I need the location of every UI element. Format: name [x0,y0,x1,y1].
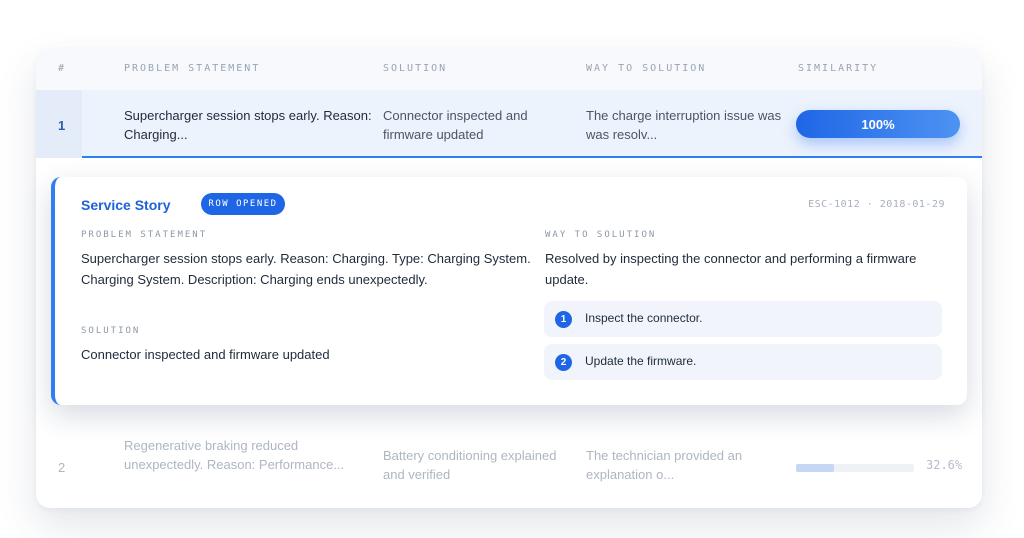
row-number: 1 [58,118,66,133]
panel-title: Service Story [81,197,171,213]
case-meta: ESC-1012 · 2018-01-29 [808,199,945,210]
header-way-to-solution[interactable]: WAY TO SOLUTION [586,63,706,74]
row-opened-badge: ROW OPENED [201,193,285,215]
similarity-bar [796,464,914,472]
header-number: # [58,63,67,74]
header-similarity[interactable]: SIMILARITY [798,63,878,74]
header-problem-statement[interactable]: PROBLEM STATEMENT [124,63,260,74]
step-number-badge: 1 [555,311,572,328]
row-solution: Battery conditioning explained and verif… [383,448,557,482]
solution-label: SOLUTION [81,326,141,336]
solution-text: Connector inspected and firmware updated [81,347,330,362]
similarity-pill: 100% [796,110,960,138]
problem-statement-text: Supercharger session stops early. Reason… [81,251,531,287]
solution-step: 1 Inspect the connector. [544,301,942,337]
table-header: # PROBLEM STATEMENT SOLUTION WAY TO SOLU… [36,48,982,90]
service-story-panel: Service Story ROW OPENED ESC-1012 · 2018… [51,177,967,405]
row-way-to-solution: The technician provided an explanation o… [586,448,743,482]
way-to-solution-label: WAY TO SOLUTION [545,230,657,240]
table-row[interactable]: 2 Regenerative braking reduced unexpecte… [36,428,982,508]
row-number: 2 [58,460,66,475]
step-text: Inspect the connector. [585,311,703,325]
header-solution[interactable]: SOLUTION [383,63,447,74]
way-to-solution-text: Resolved by inspecting the connector and… [545,251,917,287]
similarity-bar-fill [796,464,835,472]
step-text: Update the firmware. [585,354,697,368]
similarity-value: 32.6% [926,458,963,472]
table-row-selected[interactable]: 1 Supercharger session stops early. Reas… [36,90,982,158]
step-number-badge: 2 [555,354,572,371]
row-way-to-solution: The charge interruption issue was was re… [586,108,782,142]
row-solution: Connector inspected and firmware updated [383,108,528,142]
solution-step: 2 Update the firmware. [544,344,942,380]
row-problem-statement: Supercharger session stops early. Reason… [124,108,372,142]
row-problem-statement: Regenerative braking reduced unexpectedl… [124,438,345,472]
problem-statement-label: PROBLEM STATEMENT [81,230,208,240]
